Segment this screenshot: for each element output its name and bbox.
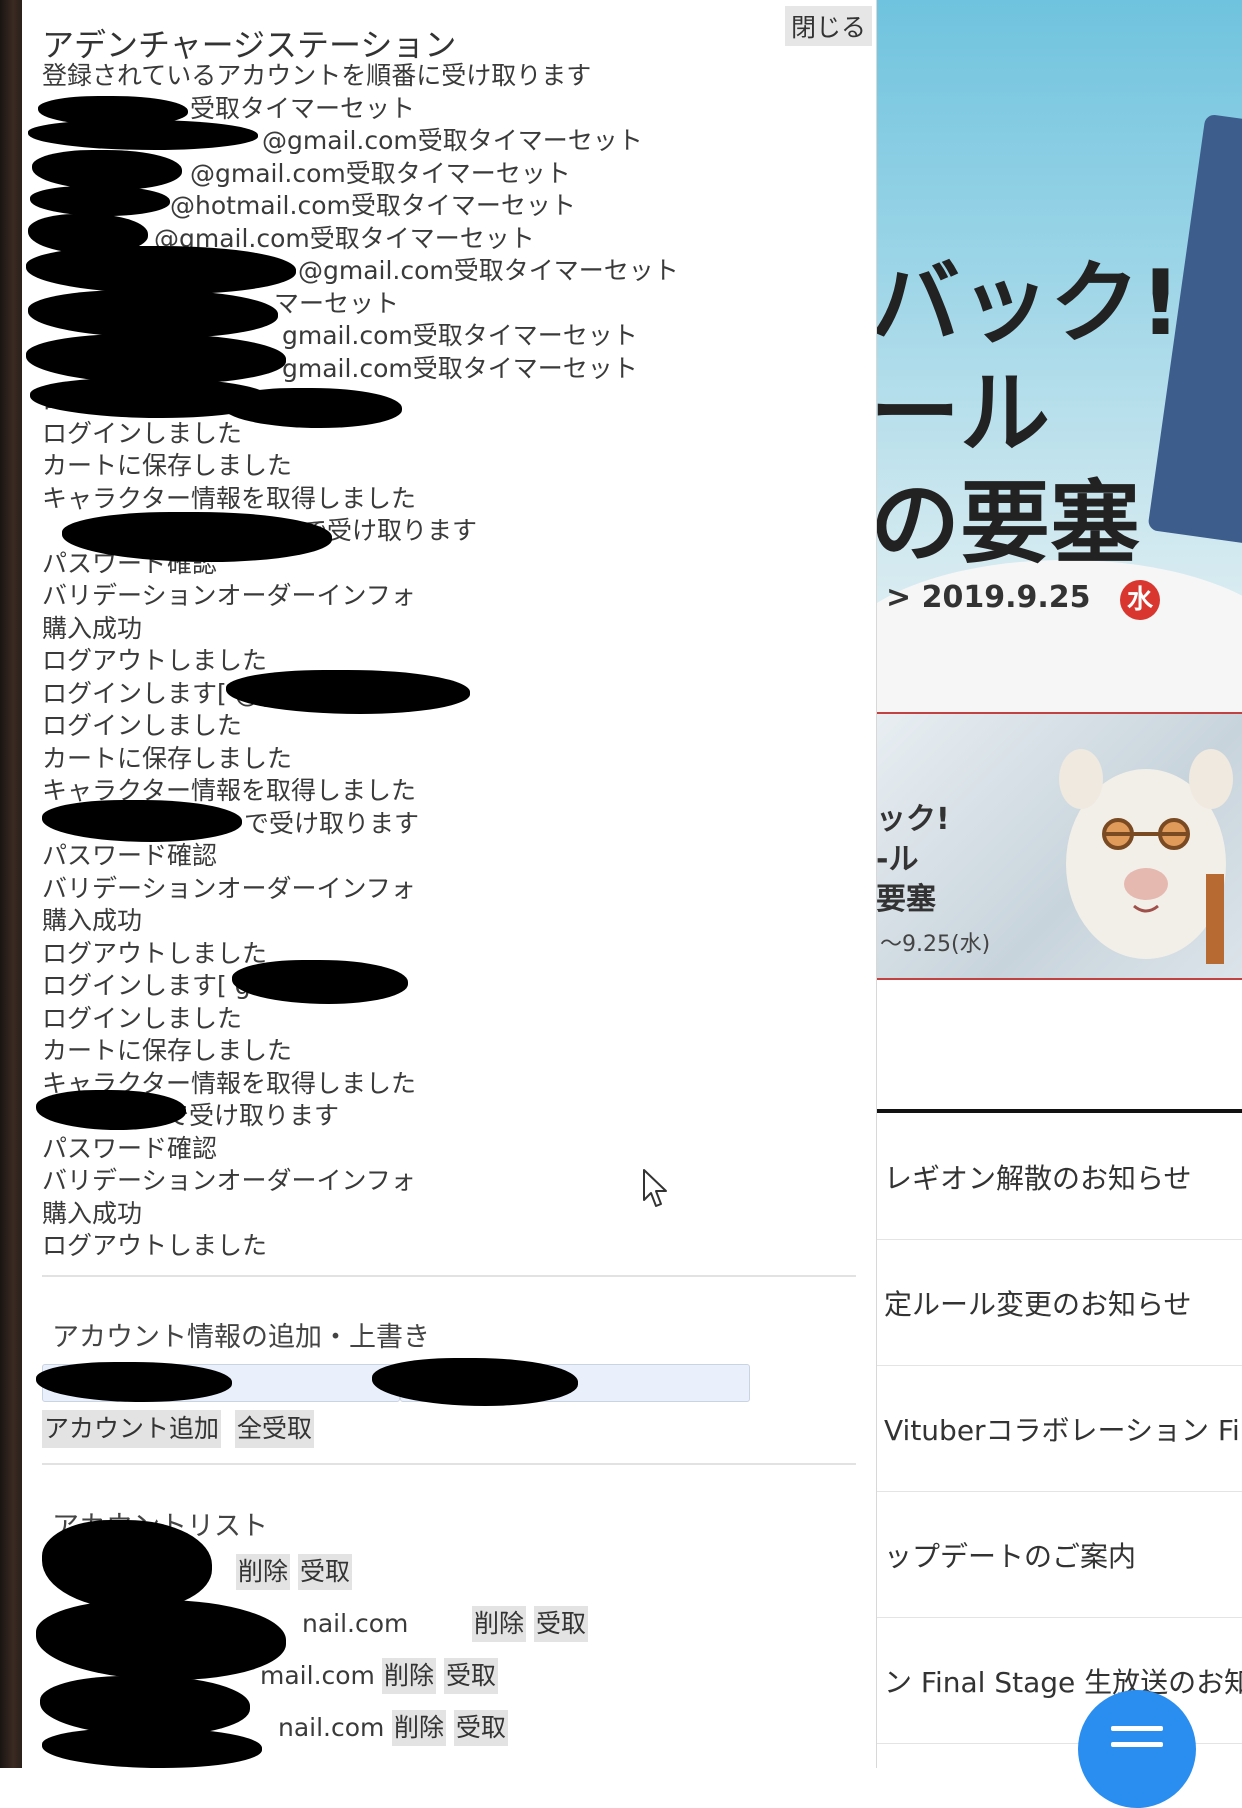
redaction-mark (40, 1676, 250, 1736)
charge-station-panel: 閉じる アデンチャージステーション 登録されているアカウントを順番に受け取ります… (22, 0, 877, 1768)
log-line: 購入成功 (42, 613, 143, 643)
hamburger-icon-bar (1111, 1742, 1163, 1747)
log-line: ログアウトしました (42, 1231, 268, 1260)
divider (42, 1463, 856, 1465)
log-line: カートに保存しました (42, 743, 293, 773)
receive-button[interactable]: 受取 (454, 1710, 509, 1746)
thumb-line-3: 要塞 (876, 882, 936, 917)
log-line: ログインしました (42, 711, 243, 740)
account-email: nail.com (278, 1713, 385, 1742)
delete-button[interactable]: 削除 (392, 1710, 447, 1746)
background-window-edge (0, 0, 22, 1768)
news-title[interactable]: ップデートのご案内 (884, 1535, 1136, 1575)
redaction-mark (42, 1728, 262, 1768)
delete-button[interactable]: 削除 (472, 1606, 527, 1642)
mouse-pointer-icon (643, 1169, 667, 1207)
receive-button[interactable]: 受取 (298, 1554, 353, 1590)
delete-button[interactable]: 削除 (236, 1554, 291, 1590)
log-line: 購入成功 (42, 1198, 143, 1228)
news-item[interactable]: 定ルール変更のお知らせ (876, 1239, 1242, 1366)
banner-date: > 2019.9.25 (886, 580, 1091, 615)
news-title[interactable]: レギオン解散のお知らせ (884, 1157, 1191, 1197)
log-line: パスワード確認 (42, 841, 218, 870)
log-line: パスワード確認 (42, 1133, 218, 1163)
event-banner[interactable]: バック! ール の要塞 > 2019.9.25 水 (876, 0, 1242, 712)
delete-button[interactable]: 削除 (382, 1658, 437, 1694)
log-line: 購入成功 (42, 906, 143, 935)
redaction-mark (42, 1520, 212, 1610)
add-account-button[interactable]: アカウント追加 (42, 1410, 222, 1448)
thumb-line-1: ック! (876, 802, 950, 837)
weekday-badge: 水 (1120, 580, 1160, 620)
news-item[interactable]: レギオン解散のお知らせ (876, 1113, 1242, 1240)
hamburger-icon (1111, 1726, 1163, 1731)
account-email: mail.com (260, 1661, 375, 1690)
redaction-mark (36, 1600, 286, 1680)
banner-line-3: の要塞 (876, 471, 1140, 576)
log-line: カートに保存しました (42, 451, 293, 480)
receive-button[interactable]: 受取 (444, 1658, 499, 1694)
log-line: 登録されているアカウントを順番に受け取ります (42, 61, 592, 90)
receive-button[interactable]: 受取 (534, 1606, 589, 1642)
event-thumbnail[interactable]: ック! -ル 要塞 ～9.25(水) (876, 712, 1242, 980)
thumb-line-2: -ル (876, 842, 919, 877)
log-line: バリデーションオーダーインフォ (42, 581, 416, 610)
log-line: ログインしました (42, 1003, 243, 1033)
thumb-date: ～9.25(水) (880, 932, 991, 957)
receive-all-button[interactable]: 全受取 (235, 1410, 315, 1448)
log-line: カートに保存しました (42, 1036, 293, 1065)
account-email: nail.com (302, 1609, 409, 1638)
news-title[interactable]: ン Final Stage 生放送のお知 (884, 1661, 1242, 1701)
close-button[interactable]: 閉じる (784, 6, 872, 46)
news-title[interactable]: Vituberコラボレーション Fin (884, 1409, 1242, 1449)
log-line: バリデーションオーダーインフォ (42, 1166, 416, 1195)
news-item[interactable]: ップデートのご案内 (876, 1491, 1242, 1618)
news-item[interactable]: Vituberコラボレーション Fin (876, 1365, 1242, 1492)
news-title[interactable]: 定ルール変更のお知らせ (884, 1283, 1191, 1323)
log-line: バリデーションオーダーインフォ (42, 873, 416, 903)
alpaca-mascot-image (1059, 749, 1233, 964)
divider (42, 1275, 856, 1277)
log-line: キャラクター情報を取得しました (42, 483, 417, 513)
menu-fab-button[interactable] (1078, 1690, 1196, 1808)
add-account-section-title: アカウント情報の追加・上書き (52, 1322, 430, 1353)
